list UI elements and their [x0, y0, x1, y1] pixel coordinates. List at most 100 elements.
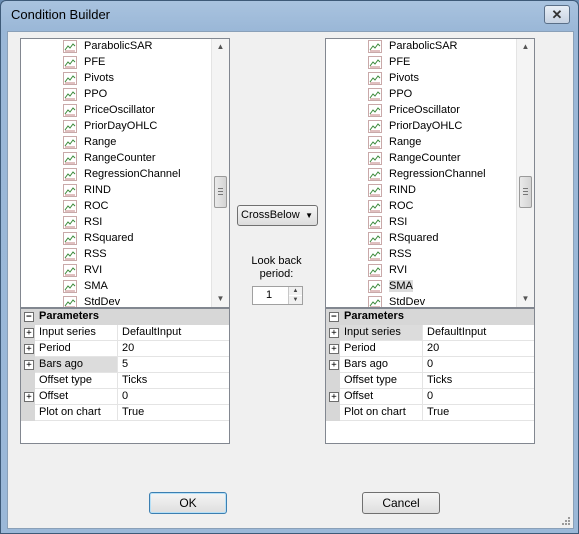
expand-icon[interactable]: +: [24, 344, 34, 354]
lookback-period-value[interactable]: 1: [266, 289, 272, 301]
list-item[interactable]: RangeCounter: [21, 151, 212, 167]
ok-button[interactable]: OK: [149, 492, 227, 514]
parameter-value[interactable]: DefaultInput: [122, 326, 181, 338]
parameter-value[interactable]: True: [122, 406, 144, 418]
expand-icon[interactable]: +: [24, 392, 34, 402]
resize-grip-icon[interactable]: [561, 516, 571, 526]
expand-icon[interactable]: +: [24, 328, 34, 338]
parameter-name: Period: [344, 342, 376, 354]
list-item[interactable]: ROC: [21, 199, 212, 215]
condition-operator-dropdown[interactable]: CrossBelow ▼: [237, 205, 318, 226]
parameter-value-cell[interactable]: [118, 389, 229, 405]
list-item[interactable]: RIND: [21, 183, 212, 199]
parameter-row[interactable]: Input series DefaultInput +: [21, 325, 229, 341]
scroll-up-arrow-icon[interactable]: ▲: [212, 39, 229, 55]
list-item[interactable]: PPO: [21, 87, 212, 103]
parameter-value[interactable]: 0: [122, 390, 128, 402]
lookback-period-stepper[interactable]: 1 ▲ ▼: [252, 286, 303, 305]
list-item[interactable]: PPO: [326, 87, 517, 103]
collapse-icon[interactable]: −: [24, 312, 34, 322]
parameter-value[interactable]: 20: [122, 342, 134, 354]
list-item[interactable]: RVI: [326, 263, 517, 279]
right-list-scrollbar[interactable]: ▲ ▼: [516, 39, 534, 307]
cancel-button[interactable]: Cancel: [362, 492, 440, 514]
list-item[interactable]: ROC: [326, 199, 517, 215]
list-item[interactable]: SMA: [21, 279, 212, 295]
parameter-value[interactable]: Ticks: [122, 374, 147, 386]
parameter-value[interactable]: 5: [122, 358, 128, 370]
list-item[interactable]: StdDev: [326, 295, 517, 307]
expand-icon[interactable]: +: [329, 392, 339, 402]
parameter-row[interactable]: Offset type Ticks: [21, 373, 229, 389]
list-item[interactable]: PriceOscillator: [21, 103, 212, 119]
parameter-value[interactable]: True: [427, 406, 449, 418]
list-item[interactable]: RSI: [21, 215, 212, 231]
expand-icon[interactable]: +: [329, 328, 339, 338]
parameter-name: Input series: [344, 326, 401, 338]
parameter-row[interactable]: Offset type Ticks: [326, 373, 534, 389]
list-item[interactable]: PriceOscillator: [326, 103, 517, 119]
decrement-arrow-icon[interactable]: ▼: [289, 296, 302, 304]
list-item[interactable]: RegressionChannel: [21, 167, 212, 183]
parameter-row[interactable]: Period 20 +: [326, 341, 534, 357]
list-item[interactable]: PFE: [326, 55, 517, 71]
list-item[interactable]: ParabolicSAR: [21, 39, 212, 55]
list-item[interactable]: PFE: [21, 55, 212, 71]
list-item[interactable]: Range: [21, 135, 212, 151]
parameter-row[interactable]: Bars ago 0 +: [326, 357, 534, 373]
left-parameters-grid[interactable]: − Parameters Input series DefaultInput + Pe…: [20, 308, 230, 444]
list-item[interactable]: StdDev: [21, 295, 212, 307]
parameter-row[interactable]: Input series DefaultInput +: [326, 325, 534, 341]
parameter-row[interactable]: Period 20 +: [21, 341, 229, 357]
list-item[interactable]: RSS: [21, 247, 212, 263]
parameter-value-cell[interactable]: [118, 357, 229, 373]
parameter-value[interactable]: Ticks: [427, 374, 452, 386]
scroll-thumb[interactable]: [214, 176, 227, 208]
collapse-icon[interactable]: −: [329, 312, 339, 322]
list-item[interactable]: Pivots: [326, 71, 517, 87]
scroll-up-arrow-icon[interactable]: ▲: [517, 39, 534, 55]
parameters-header[interactable]: − Parameters: [326, 309, 534, 325]
list-item[interactable]: RegressionChannel: [326, 167, 517, 183]
list-item[interactable]: RSquared: [21, 231, 212, 247]
list-item[interactable]: RSquared: [326, 231, 517, 247]
right-parameters-grid[interactable]: − Parameters Input series DefaultInput + Pe…: [325, 308, 535, 444]
list-item[interactable]: RSI: [326, 215, 517, 231]
parameter-row[interactable]: Bars ago 5 +: [21, 357, 229, 373]
close-button[interactable]: ✕: [544, 5, 570, 24]
list-item[interactable]: RIND: [326, 183, 517, 199]
parameter-row[interactable]: Plot on chart True: [21, 405, 229, 421]
parameter-value[interactable]: DefaultInput: [427, 326, 486, 338]
scroll-thumb[interactable]: [519, 176, 532, 208]
title-bar[interactable]: Condition Builder ✕: [1, 1, 578, 31]
list-item[interactable]: RVI: [21, 263, 212, 279]
parameter-row[interactable]: Offset 0 +: [326, 389, 534, 405]
parameter-value-cell[interactable]: [423, 341, 534, 357]
list-item[interactable]: ParabolicSAR: [326, 39, 517, 55]
list-item[interactable]: SMA: [326, 279, 517, 295]
scroll-down-arrow-icon[interactable]: ▼: [517, 291, 534, 307]
parameter-value[interactable]: 0: [427, 358, 433, 370]
parameter-value-cell[interactable]: [423, 389, 534, 405]
list-item[interactable]: Pivots: [21, 71, 212, 87]
parameter-row[interactable]: Plot on chart True: [326, 405, 534, 421]
expand-icon[interactable]: +: [329, 360, 339, 370]
parameter-value-cell[interactable]: [118, 341, 229, 357]
list-item[interactable]: Range: [326, 135, 517, 151]
scroll-down-arrow-icon[interactable]: ▼: [212, 291, 229, 307]
list-item[interactable]: RSS: [326, 247, 517, 263]
left-list-scrollbar[interactable]: ▲ ▼: [211, 39, 229, 307]
parameter-value[interactable]: 20: [427, 342, 439, 354]
list-item[interactable]: RangeCounter: [326, 151, 517, 167]
parameter-value[interactable]: 0: [427, 390, 433, 402]
parameter-row[interactable]: Offset 0 +: [21, 389, 229, 405]
expand-icon[interactable]: +: [329, 344, 339, 354]
expand-icon[interactable]: +: [24, 360, 34, 370]
left-indicator-list[interactable]: ParabolicSAR PFE Pivots PPO PriceOscillator P…: [20, 38, 230, 308]
right-indicator-list[interactable]: ParabolicSAR PFE Pivots PPO PriceOscillator P…: [325, 38, 535, 308]
parameter-value-cell[interactable]: [423, 357, 534, 373]
parameters-header[interactable]: − Parameters: [21, 309, 229, 325]
list-item[interactable]: PriorDayOHLC: [326, 119, 517, 135]
increment-arrow-icon[interactable]: ▲: [289, 287, 302, 295]
list-item[interactable]: PriorDayOHLC: [21, 119, 212, 135]
